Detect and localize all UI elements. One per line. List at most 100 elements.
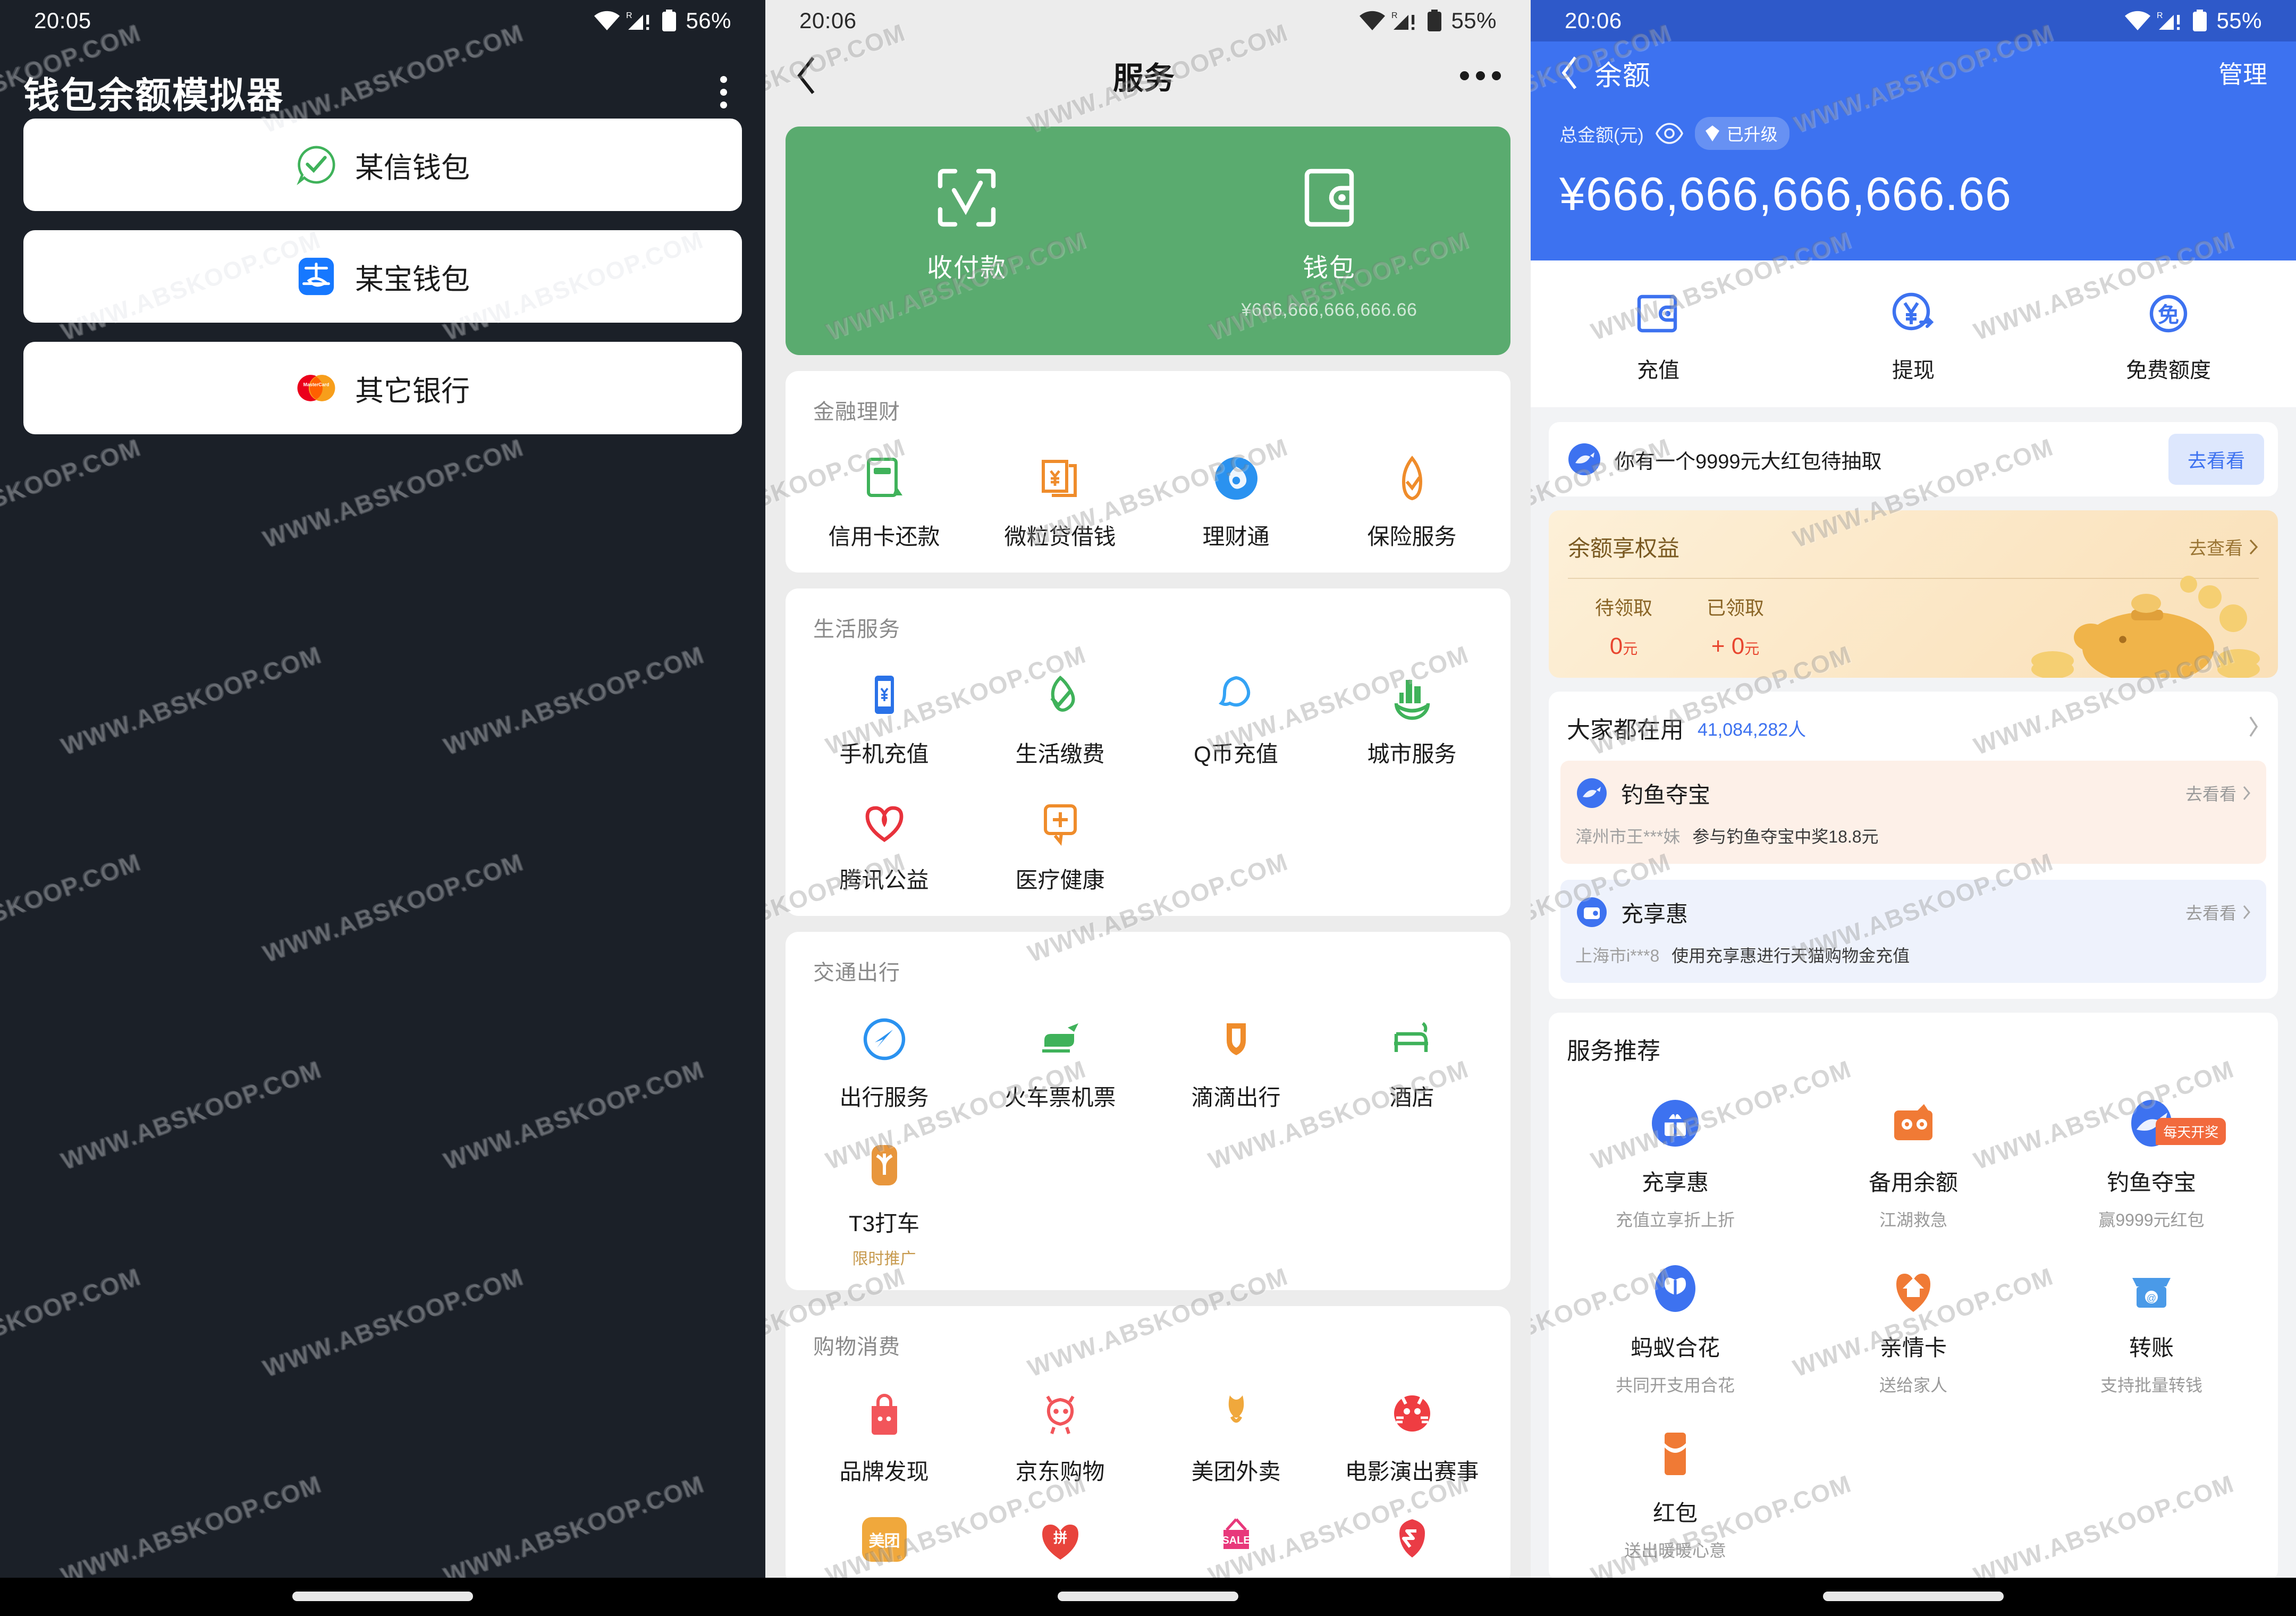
recommend-item[interactable]: @ 转账 支持批量转钱	[2032, 1231, 2270, 1396]
city-service-icon	[1394, 680, 1430, 720]
service-section: 购物消费 品牌发现 京东购物 美团外卖 电影演出赛事 美团 拼 SALE	[786, 1306, 1510, 1585]
wallet-option-label: 某信钱包	[355, 152, 470, 184]
manage-button[interactable]: 管理	[2218, 55, 2267, 90]
service-item[interactable]	[1324, 1486, 1500, 1564]
action-free-quota[interactable]: 免 免费额度	[2041, 288, 2296, 384]
service-item-label: T3打车	[848, 1211, 919, 1236]
service-section: 金融理财 信用卡还款 微粒贷借钱 理财通 保险服务	[786, 371, 1510, 573]
service-item[interactable]: 滴滴出行	[1148, 986, 1324, 1112]
recommend-item[interactable]: 充享惠充值立享折上折	[1556, 1066, 1794, 1231]
service-item[interactable]: 京东购物	[972, 1360, 1148, 1486]
service-item-label: 电影演出赛事	[1345, 1459, 1479, 1484]
gesture-bar[interactable]	[0, 1578, 765, 1616]
service-item[interactable]: 医疗健康	[972, 769, 1148, 895]
chevron-right-icon	[2243, 786, 2250, 800]
action-topup[interactable]: 充值	[1531, 288, 1786, 384]
service-item[interactable]: T3打车 限时推广	[796, 1112, 972, 1269]
wallet-option-wechat[interactable]: 某信钱包	[23, 119, 742, 211]
popular-item-link[interactable]: 去看看	[2185, 781, 2251, 805]
benefit-card[interactable]: 余额享权益 去查看 待领取 0元 已领取 + 0元	[1549, 510, 2278, 678]
service-item-label: 保险服务	[1367, 524, 1457, 549]
service-item[interactable]: 酒店	[1324, 986, 1500, 1112]
service-item[interactable]: 手机充值	[796, 643, 972, 769]
service-section-title: 金融理财	[813, 400, 900, 424]
action-withdraw[interactable]: 提现	[1786, 288, 2041, 384]
service-section: 交通出行 出行服务 火车票机票 滴滴出行 酒店 T3打车 限时推广	[786, 932, 1510, 1290]
service-item[interactable]: SALE	[1148, 1486, 1324, 1564]
benefit-column-value: + 0元	[1679, 633, 1791, 660]
service-section: 生活服务 手机充值 生活缴费 Q币充值 城市服务 腾讯公益 医疗健康	[786, 588, 1510, 916]
recommend-item-name: 充享惠	[1641, 1170, 1709, 1195]
benefit-column: 已领取 + 0元	[1679, 593, 1791, 660]
gesture-bar[interactable]	[765, 1578, 1531, 1616]
topup-discount-icon	[1577, 897, 1607, 927]
service-item[interactable]: 城市服务	[1324, 643, 1500, 769]
quick-action-scan-pay[interactable]: 收付款	[786, 127, 1148, 355]
hotel-bed-icon	[1394, 1022, 1428, 1052]
chevron-left-icon[interactable]	[1559, 54, 1594, 91]
popular-item-link[interactable]: 去看看	[2185, 900, 2251, 924]
wallet-topup-icon	[1637, 294, 1677, 333]
piggy-bank-icon	[2031, 576, 2260, 678]
service-item[interactable]: 腾讯公益	[796, 769, 972, 895]
service-item[interactable]: 火车票机票	[972, 986, 1148, 1112]
status-badge: 已升级	[1694, 117, 1789, 150]
free-quota-icon: 免	[2149, 294, 2188, 333]
diamond-icon	[1705, 125, 1719, 141]
popular-count: 41,084,282人	[1698, 719, 1807, 740]
quick-action-wallet[interactable]: 钱包 ¥666,666,666,666.66	[1148, 127, 1510, 355]
popular-item-name: 钓鱼夺宝	[1621, 782, 1711, 807]
wallet-option-alipay[interactable]: 某宝钱包	[23, 230, 742, 323]
service-item[interactable]: 理财通	[1148, 425, 1324, 551]
service-item[interactable]: 生活缴费	[972, 643, 1148, 769]
recommend-item[interactable]: 每天开奖 钓鱼夺宝 赢9999元红包	[2032, 1066, 2270, 1231]
popular-card: 大家都在用 41,084,282人 钓鱼夺宝 去看看 漳州市王***妹 参与钓鱼…	[1549, 692, 2278, 999]
svg-text:R: R	[626, 11, 633, 20]
service-item[interactable]: 微粒贷借钱	[972, 425, 1148, 551]
recommend-item-name: 蚂蚁合花	[1630, 1335, 1720, 1360]
service-item-label: 品牌发现	[839, 1459, 929, 1484]
benefit-value-unit: 元	[1623, 641, 1638, 657]
phone-topup-icon	[874, 676, 894, 714]
service-item-label: 城市服务	[1367, 742, 1457, 767]
wallet-option-bank[interactable]: MasterCard 其它银行	[23, 342, 742, 434]
recommend-item[interactable]: 红包 送出暖暖心意	[1556, 1396, 1794, 1562]
wallet-option-label: 其它银行	[355, 375, 470, 407]
popular-header[interactable]: 大家都在用 41,084,282人	[1549, 711, 2278, 745]
service-item[interactable]: 保险服务	[1324, 425, 1500, 551]
service-item[interactable]: Q币充值	[1148, 643, 1324, 769]
service-item[interactable]: 出行服务	[796, 986, 972, 1112]
status-clock: 20:05	[34, 8, 91, 33]
service-item-label: 医疗健康	[1015, 868, 1105, 893]
chevron-right-icon[interactable]	[2247, 715, 2260, 741]
service-item[interactable]: 品牌发现	[796, 1360, 972, 1486]
benefit-link[interactable]: 去查看	[2189, 534, 2259, 560]
kebab-menu-icon[interactable]	[710, 69, 738, 116]
popular-item-topup[interactable]: 充享惠 去看看 上海市i***8 使用充享惠进行天猫购物金充值	[1560, 880, 2266, 983]
eye-icon[interactable]	[1655, 120, 1683, 147]
notice-action-button[interactable]: 去看看	[2168, 434, 2264, 485]
recommend-item[interactable]: 蚂蚁合花 共同开支用合花	[1556, 1231, 1794, 1396]
panel-wallet-simulator: 20:05 R 56% 钱包余额模拟器 某信钱包 某宝钱包 MasterCard…	[0, 0, 765, 1616]
recommend-item[interactable]: 备用余额 江湖救急	[1794, 1066, 2032, 1231]
benefit-column-value: 0元	[1568, 633, 1679, 660]
popular-item-fishing[interactable]: 钓鱼夺宝 去看看 漳州市王***妹 参与钓鱼夺宝中奖18.8元	[1560, 761, 2266, 864]
service-item[interactable]: 电影演出赛事	[1324, 1360, 1500, 1486]
alipay-icon	[298, 257, 334, 296]
gesture-bar[interactable]	[1531, 1578, 2296, 1616]
recommend-item[interactable]: 亲情卡 送给家人	[1794, 1231, 2032, 1396]
recommend-item-sub: 充值立享折上折	[1615, 1210, 1735, 1230]
service-item-label: 微粒贷借钱	[1004, 524, 1116, 549]
service-item[interactable]: 拼	[972, 1486, 1148, 1564]
service-item[interactable]: 美团	[796, 1486, 972, 1564]
recommend-item-name: 钓鱼夺宝	[2106, 1170, 2196, 1195]
recommend-item-badge: 每天开奖	[2156, 1118, 2226, 1145]
more-dots-icon[interactable]	[1450, 71, 1501, 80]
balance-actions: 充值 提现 免 免费额度	[1531, 260, 2296, 407]
page-title: 余额	[1594, 60, 1651, 91]
red-packet-notice[interactable]: 你有一个9999元大红包待抽取 去看看	[1549, 422, 2278, 496]
service-item[interactable]: 美团外卖	[1148, 1360, 1324, 1486]
zhuanzhuan-icon	[1399, 1519, 1425, 1558]
chevron-left-icon[interactable]	[795, 54, 838, 97]
service-item[interactable]: 信用卡还款	[796, 425, 972, 551]
